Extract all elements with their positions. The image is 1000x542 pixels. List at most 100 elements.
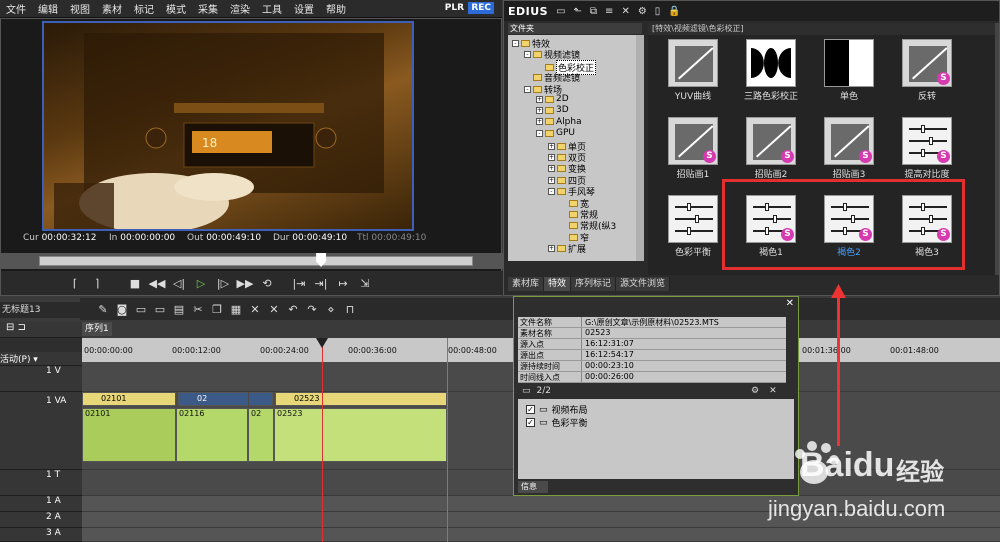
tree-node[interactable]: + Alpha [536, 117, 582, 127]
checkbox[interactable]: ✓ [526, 418, 535, 427]
snap-icon[interactable]: ⊓ [343, 303, 357, 316]
palette-tab[interactable]: 序列标记 [571, 277, 617, 291]
up-icon[interactable]: ⬑ [574, 6, 582, 17]
audio-clip[interactable]: 02 [248, 408, 274, 462]
tree-node[interactable]: - GPU [536, 128, 575, 138]
menu-file[interactable]: 文件 [0, 1, 32, 16]
filter-item[interactable]: ✓ ▭ 视频布局 [526, 403, 588, 416]
set-in-button[interactable]: ⌈ [65, 274, 85, 292]
rec-indicator[interactable]: REC [468, 2, 494, 14]
ripple-delete-icon[interactable]: ✕ [267, 303, 281, 316]
effect-item[interactable]: S 招贴画1 [664, 117, 722, 180]
menu-edit[interactable]: 编辑 [32, 1, 64, 16]
track-row-va[interactable]: 1 VA [0, 392, 82, 470]
track-row-v[interactable]: 1 V [0, 366, 82, 392]
mode-icon[interactable]: ✎ [96, 303, 110, 316]
menu-tools[interactable]: 工具 [256, 1, 288, 16]
menu-mode[interactable]: 模式 [160, 1, 192, 16]
step-forward-icon[interactable]: |▷ [213, 274, 233, 292]
rewind-icon[interactable]: ◀◀ [147, 274, 167, 292]
mode-toggle-icon[interactable]: ⊟ ⊐ [6, 322, 26, 333]
audio-clip[interactable]: 02101 [82, 408, 176, 462]
delete-clip-icon[interactable]: ✕ [248, 303, 262, 316]
menu-marker[interactable]: 标记 [128, 1, 160, 16]
effect-item[interactable]: S 招贴画2 [742, 117, 800, 180]
close-list-icon[interactable]: ✕ [769, 386, 777, 396]
tree-node[interactable]: + 扩展 [548, 242, 586, 255]
replace-icon[interactable]: ↦ [333, 274, 353, 292]
track-row-t[interactable]: 1 T [0, 470, 82, 496]
audio-clip[interactable]: 02523 [274, 408, 447, 462]
expand-icon[interactable]: + [536, 106, 543, 114]
export-icon[interactable]: ⇲ [355, 274, 375, 292]
menu-capture[interactable]: 采集 [192, 1, 224, 16]
video-clip[interactable]: 02523 [275, 392, 447, 406]
cut-icon[interactable]: ✂ [191, 303, 205, 316]
track-row-a2[interactable]: 2 A [0, 512, 82, 528]
tree-node[interactable]: +3D [536, 105, 569, 115]
camera-icon[interactable]: ◙ [115, 303, 129, 316]
properties-icon[interactable]: ⚙ [638, 6, 647, 17]
effect-item[interactable]: S 反转 [898, 39, 956, 102]
menu-render[interactable]: 渲染 [224, 1, 256, 16]
bin-icon[interactable]: ▯ [655, 6, 661, 17]
new-seq-icon[interactable]: ▭ [134, 303, 148, 316]
tree-icon[interactable]: ⧉ [590, 6, 597, 17]
palette-tab[interactable]: 素材库 [508, 277, 545, 291]
expand-icon[interactable]: + [548, 154, 555, 161]
close-icon[interactable]: ✕ [786, 298, 794, 309]
paste-icon[interactable]: ▦ [229, 303, 243, 316]
menu-view[interactable]: 视图 [64, 1, 96, 16]
video-clip[interactable]: 02 [178, 392, 248, 406]
info-tab[interactable]: 信息 [518, 481, 548, 493]
set-out-button[interactable]: ⌉ [87, 274, 107, 292]
scrub-bar[interactable] [39, 256, 473, 266]
filter-item[interactable]: ✓ ▭ 色彩平衡 [526, 416, 588, 429]
expand-icon[interactable]: + [536, 118, 543, 126]
menu-help[interactable]: 帮助 [320, 1, 352, 16]
effect-item[interactable]: S 招贴画3 [820, 117, 878, 180]
settings-icon[interactable]: ⚙ [751, 386, 759, 396]
effect-item[interactable]: 色彩平衡 [664, 195, 722, 258]
menu-settings[interactable]: 设置 [288, 1, 320, 16]
menu-clip[interactable]: 素材 [96, 1, 128, 16]
effect-item[interactable]: S 提高对比度 [898, 117, 956, 180]
loop-icon[interactable]: ⟲ [257, 274, 277, 292]
open-icon[interactable]: ▭ [153, 303, 167, 316]
track-row-a1[interactable]: 1 A [0, 496, 82, 512]
palette-tab[interactable]: 源文件浏览 [616, 277, 671, 291]
expand-icon[interactable]: - [536, 129, 543, 137]
grid-scrollbar[interactable] [995, 23, 999, 275]
overwrite-icon[interactable]: ⇥| [311, 274, 331, 292]
effects-tree[interactable]: - 特效 - 视频滤镜 色彩校正 音频滤镜 - 转场 +2D +3D + Alpha - GPU + 单页 + 双… [508, 35, 640, 261]
video-clip[interactable] [249, 392, 273, 406]
video-clip[interactable]: 02101 [82, 392, 176, 406]
stop-icon[interactable]: ■ [125, 274, 145, 292]
insert-icon[interactable]: |⇥ [289, 274, 309, 292]
track-row-a3[interactable]: 3 A [0, 528, 82, 542]
palette-tab[interactable]: 特效 [544, 277, 572, 291]
checkbox[interactable]: ✓ [526, 405, 535, 414]
sequence-tab[interactable]: 序列1 [82, 322, 112, 336]
step-back-icon[interactable]: ◁| [169, 274, 189, 292]
timeline-playhead[interactable] [322, 338, 323, 542]
marker-icon[interactable]: ⋄ [324, 303, 338, 316]
expand-icon[interactable]: - [548, 188, 555, 196]
expand-icon[interactable]: - [524, 85, 531, 93]
undo-icon[interactable]: ↶ [286, 303, 300, 316]
play-icon[interactable]: ▷ [191, 274, 211, 292]
tree-scrollbar[interactable] [636, 35, 644, 261]
effect-item[interactable]: YUV曲线 [664, 39, 722, 102]
expand-icon[interactable]: - [524, 51, 531, 59]
view-icon[interactable]: ≡ [605, 6, 613, 17]
tree-node[interactable]: +2D [536, 94, 569, 104]
copy-icon[interactable]: ❐ [210, 303, 224, 316]
expand-icon[interactable]: + [548, 165, 555, 173]
audio-clip[interactable]: 02116 [176, 408, 248, 462]
redo-icon[interactable]: ↷ [305, 303, 319, 316]
plr-indicator[interactable]: PLR [445, 3, 464, 13]
save-icon[interactable]: ▤ [172, 303, 186, 316]
expand-icon[interactable]: + [536, 95, 543, 103]
delete-icon[interactable]: ✕ [621, 6, 629, 17]
folder-icon[interactable]: ▭ [556, 6, 565, 17]
